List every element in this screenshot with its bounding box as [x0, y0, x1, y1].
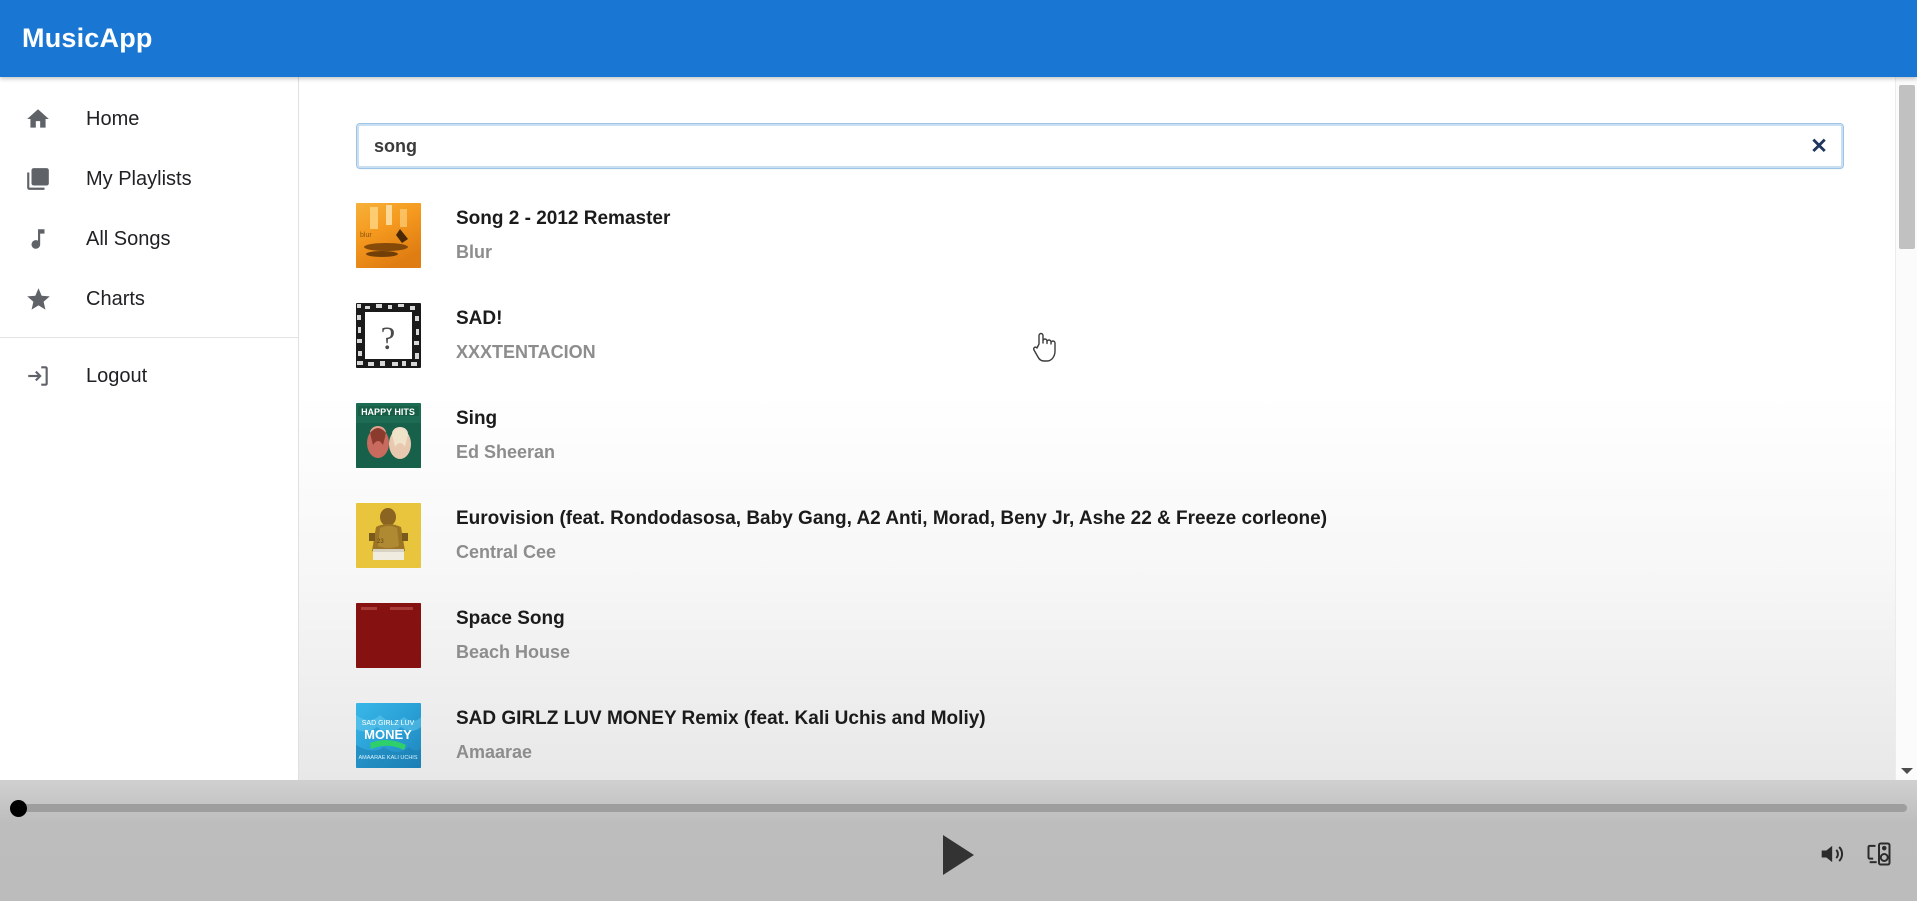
song-meta: Space Song Beach House	[456, 606, 1879, 664]
logout-icon	[16, 363, 60, 389]
app-brand-title: MusicApp	[22, 23, 153, 54]
song-meta: Song 2 - 2012 Remaster Blur	[456, 206, 1879, 264]
svg-text:blur: blur	[360, 232, 372, 239]
album-art	[356, 603, 421, 668]
sidebar-nav: Home My Playlists All Songs	[0, 77, 299, 780]
cast-speaker-icon[interactable]	[1863, 838, 1895, 870]
main-inner: song ✕	[299, 77, 1917, 780]
player-bar	[0, 780, 1917, 901]
volume-icon[interactable]	[1815, 838, 1847, 870]
play-icon	[943, 835, 974, 875]
sidebar-item-label: My Playlists	[86, 168, 192, 191]
album-art: HAPPY HITS	[356, 403, 421, 468]
clear-search-icon[interactable]: ✕	[1807, 134, 1831, 158]
song-artist: XXXTENTACION	[456, 340, 1879, 364]
song-meta: Sing Ed Sheeran	[456, 406, 1879, 464]
svg-text:23: 23	[377, 539, 384, 545]
album-art: 23	[356, 503, 421, 568]
song-title: Eurovision (feat. Rondodasosa, Baby Gang…	[456, 506, 1879, 532]
album-art: ?	[356, 303, 421, 368]
song-meta: SAD GIRLZ LUV MONEY Remix (feat. Kali Uc…	[456, 706, 1879, 764]
sidebar-item-logout[interactable]: Logout	[0, 346, 298, 406]
search-result-row[interactable]: 23 Eurovision (feat. Rondodasosa, Baby G…	[356, 485, 1879, 585]
sidebar-item-all-songs[interactable]: All Songs	[0, 209, 298, 269]
sidebar-item-charts[interactable]: Charts	[0, 269, 298, 329]
search-result-row[interactable]: SAD GIRLZ LUV MONEY AMAARAE KALI UCHIS S…	[356, 685, 1879, 780]
song-title: Song 2 - 2012 Remaster	[456, 206, 1879, 232]
album-art: SAD GIRLZ LUV MONEY AMAARAE KALI UCHIS	[356, 703, 421, 768]
album-art: blur	[356, 203, 421, 268]
playlist-music-icon	[16, 166, 60, 192]
svg-text:SAD GIRLZ LUV: SAD GIRLZ LUV	[362, 720, 415, 727]
svg-text:?: ?	[381, 321, 396, 357]
song-artist: Blur	[456, 240, 1879, 264]
svg-text:HAPPY HITS: HAPPY HITS	[361, 407, 415, 417]
song-title: SAD GIRLZ LUV MONEY Remix (feat. Kali Uc…	[456, 706, 1879, 732]
search-input[interactable]: song	[356, 123, 1844, 169]
song-artist: Amaarae	[456, 740, 1879, 764]
song-title: Sing	[456, 406, 1879, 432]
search-result-row[interactable]: HAPPY HITS Sing Ed Sheeran	[356, 385, 1879, 485]
svg-text:AMAARAE KALI UCHIS: AMAARAE KALI UCHIS	[359, 755, 418, 761]
search-input-value: song	[374, 136, 417, 157]
main-content: song ✕	[299, 77, 1917, 780]
song-artist: Central Cee	[456, 540, 1879, 564]
sidebar-item-label: Logout	[86, 365, 147, 388]
scroll-down-arrow-icon[interactable]	[1901, 768, 1913, 774]
vertical-scrollbar[interactable]	[1895, 77, 1917, 780]
search-results-list: blur Song 2 - 2012 Remaster Blur	[356, 185, 1879, 780]
playback-progress-thumb[interactable]	[10, 800, 27, 817]
song-artist: Beach House	[456, 640, 1879, 664]
app-header: MusicApp	[0, 0, 1917, 77]
playback-progress-slider[interactable]	[10, 804, 1907, 812]
search-bar: song ✕	[356, 123, 1844, 169]
music-app-window: MusicApp Home My Playlists	[0, 0, 1917, 901]
home-icon	[16, 106, 60, 132]
sidebar-item-label: All Songs	[86, 228, 171, 251]
song-title: Space Song	[456, 606, 1879, 632]
sidebar-divider	[0, 337, 298, 338]
song-meta: SAD! XXXTENTACION	[456, 306, 1879, 364]
star-icon	[16, 286, 60, 313]
search-result-row[interactable]: Space Song Beach House	[356, 585, 1879, 685]
song-meta: Eurovision (feat. Rondodasosa, Baby Gang…	[456, 506, 1879, 564]
song-artist: Ed Sheeran	[456, 440, 1879, 464]
sidebar-item-label: Charts	[86, 288, 145, 311]
music-note-icon	[16, 226, 60, 252]
player-right-controls	[1815, 838, 1895, 870]
song-title: SAD!	[456, 306, 1879, 332]
app-body: Home My Playlists All Songs	[0, 77, 1917, 780]
play-button[interactable]	[937, 833, 981, 877]
sidebar-item-my-playlists[interactable]: My Playlists	[0, 149, 298, 209]
svg-text:MONEY: MONEY	[364, 727, 412, 742]
scrollbar-thumb[interactable]	[1899, 85, 1915, 249]
sidebar-item-home[interactable]: Home	[0, 89, 298, 149]
search-result-row[interactable]: blur Song 2 - 2012 Remaster Blur	[356, 185, 1879, 285]
sidebar-item-label: Home	[86, 108, 139, 131]
search-result-row[interactable]: ? SAD! XXXTENTACION	[356, 285, 1879, 385]
